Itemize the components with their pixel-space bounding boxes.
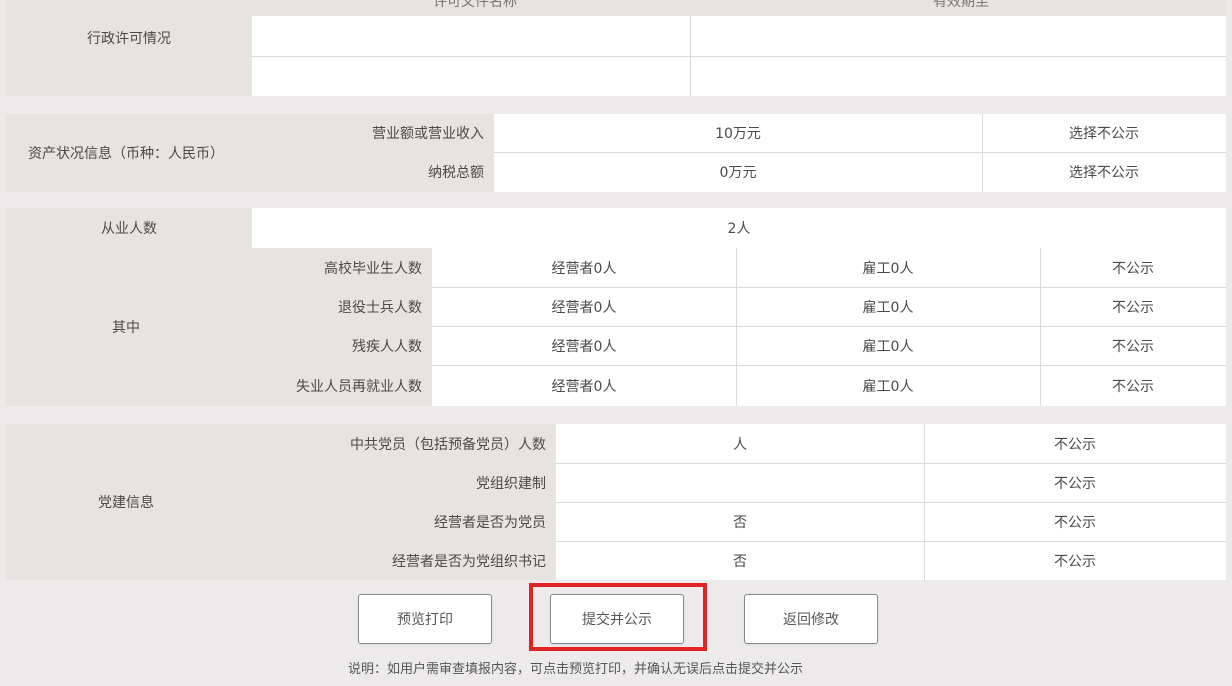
employees-section: 从业人数 2人 其中 高校毕业生人数 退役士兵人数 残疾人人数 失业人员再就业人… <box>6 208 1226 406</box>
employees-row-employee-1: 雇工0人 <box>736 297 1040 317</box>
return-edit-button[interactable]: 返回修改 <box>744 594 878 644</box>
employees-row-status-1: 不公示 <box>1040 297 1226 317</box>
employees-value: 2人 <box>252 218 1226 238</box>
employees-row-employee-0: 雇工0人 <box>736 258 1040 278</box>
assets-row-status-1: 选择不公示 <box>982 162 1226 182</box>
employees-row-employee-2: 雇工0人 <box>736 336 1040 356</box>
employees-row-status-0: 不公示 <box>1040 258 1226 278</box>
employees-label: 从业人数 <box>6 218 252 238</box>
party-row-value-2: 否 <box>556 512 924 532</box>
preview-print-button[interactable]: 预览打印 <box>358 594 492 644</box>
party-section: 党建信息 中共党员（包括预备党员）人数 党组织建制 经营者是否为党员 经营者是否… <box>6 424 1226 580</box>
party-row-status-1: 不公示 <box>924 473 1226 493</box>
employees-row-name-1: 退役士兵人数 <box>246 297 432 317</box>
employees-row-name-3: 失业人员再就业人数 <box>246 376 432 396</box>
employees-row-name-0: 高校毕业生人数 <box>246 258 432 278</box>
employees-row-operator-0: 经营者0人 <box>432 258 736 278</box>
assets-row-value-0: 10万元 <box>494 123 982 143</box>
employees-group-label: 其中 <box>6 317 246 337</box>
permit-header-name: 许可文件名称 <box>256 0 694 11</box>
employees-row-employee-3: 雇工0人 <box>736 376 1040 396</box>
party-row-status-3: 不公示 <box>924 551 1226 571</box>
employees-row-status-3: 不公示 <box>1040 376 1226 396</box>
party-row-name-1: 党组织建制 <box>246 473 556 493</box>
assets-section: 资产状况信息（币种：人民币） 营业额或营业收入 纳税总额 10万元 0万元 选择… <box>6 114 1226 192</box>
party-row-status-0: 不公示 <box>924 434 1226 454</box>
party-row-name-0: 中共党员（包括预备党员）人数 <box>246 434 556 454</box>
admin-permit-section: 许可文件名称 有效期至 行政许可情况 <box>6 0 1226 96</box>
employees-row-status-2: 不公示 <box>1040 336 1226 356</box>
admin-permit-label: 行政许可情况 <box>6 28 252 48</box>
employees-row-operator-2: 经营者0人 <box>432 336 736 356</box>
assets-row-name-0: 营业额或营业收入 <box>246 123 494 143</box>
employees-row-operator-3: 经营者0人 <box>432 376 736 396</box>
assets-row-value-1: 0万元 <box>494 162 982 182</box>
employees-row-operator-1: 经营者0人 <box>432 297 736 317</box>
submit-publish-button[interactable]: 提交并公示 <box>550 594 684 644</box>
party-row-value-3: 否 <box>556 551 924 571</box>
party-row-name-2: 经营者是否为党员 <box>246 512 556 532</box>
assets-label: 资产状况信息（币种：人民币） <box>6 143 246 163</box>
party-row-value-1 <box>556 473 924 493</box>
party-row-name-3: 经营者是否为党组织书记 <box>246 551 556 571</box>
party-label: 党建信息 <box>6 492 246 512</box>
party-row-status-2: 不公示 <box>924 512 1226 532</box>
assets-row-name-1: 纳税总额 <box>246 162 494 182</box>
assets-row-status-0: 选择不公示 <box>982 123 1226 143</box>
party-row-value-0: 人 <box>556 434 924 454</box>
instruction-note: 说明：如用户需审查填报内容，可点击预览打印，并确认无误后点击提交并公示 <box>348 658 803 677</box>
employees-row-name-2: 残疾人人数 <box>246 336 432 356</box>
permit-header-expiry: 有效期至 <box>696 0 1226 11</box>
